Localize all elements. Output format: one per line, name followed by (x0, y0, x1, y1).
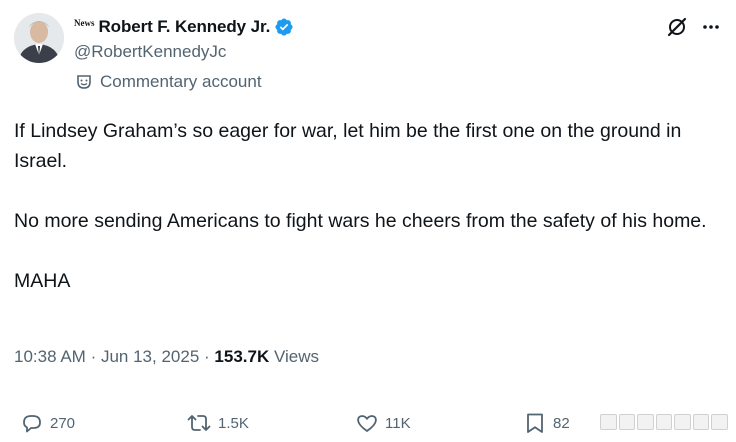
reply-icon (23, 415, 41, 433)
like-icon (357, 415, 377, 432)
watermark-blocks (599, 412, 728, 432)
tweet-paragraph: If Lindsey Graham’s so eager for war, le… (14, 120, 682, 172)
repost-button[interactable]: 1.5K (186, 406, 249, 440)
bookmark-button[interactable]: 82 (523, 406, 570, 440)
tweet-card: News Robert F. Kennedy Jr. @RobertKenned… (0, 0, 736, 442)
like-count: 11K (385, 414, 411, 432)
tweet-meta: 10:38 AM · Jun 13, 2025 · 153.7K Views (14, 347, 319, 367)
theater-masks-icon (77, 75, 91, 89)
tweet-paragraph: No more sending Americans to fight wars … (14, 210, 707, 232)
avatar-image (14, 13, 64, 63)
more-icon[interactable] (700, 16, 722, 38)
grok-icon[interactable] (666, 16, 688, 38)
author-name-row: News Robert F. Kennedy Jr. (74, 16, 294, 38)
affiliation-badge[interactable]: News (74, 18, 95, 28)
reply-button[interactable]: 270 (20, 406, 75, 440)
tweet-paragraph: MAHA (14, 270, 71, 292)
bookmark-count: 82 (553, 414, 570, 432)
verified-badge-icon[interactable] (274, 17, 294, 37)
display-name[interactable]: Robert F. Kennedy Jr. (99, 17, 271, 37)
tweet-date[interactable]: Jun 13, 2025 (101, 347, 199, 366)
reply-count: 270 (50, 414, 76, 432)
top-actions (666, 16, 722, 38)
tweet-time[interactable]: 10:38 AM (14, 347, 86, 366)
meta-separator: · (204, 347, 210, 366)
meta-separator: · (90, 347, 97, 366)
views-label[interactable]: Views (274, 347, 319, 366)
repost-icon (187, 415, 211, 431)
account-label: Commentary account (76, 72, 262, 92)
bookmark-icon (527, 413, 543, 433)
author-handle[interactable]: @RobertKennedyJc (74, 42, 226, 62)
views-count[interactable]: 153.7K (214, 347, 269, 366)
tweet-text: If Lindsey Graham’s so eager for war, le… (14, 116, 714, 296)
account-label-text: Commentary account (100, 72, 262, 91)
avatar[interactable] (14, 13, 64, 63)
like-button[interactable]: 11K (355, 406, 411, 440)
repost-count: 1.5K (218, 414, 249, 432)
